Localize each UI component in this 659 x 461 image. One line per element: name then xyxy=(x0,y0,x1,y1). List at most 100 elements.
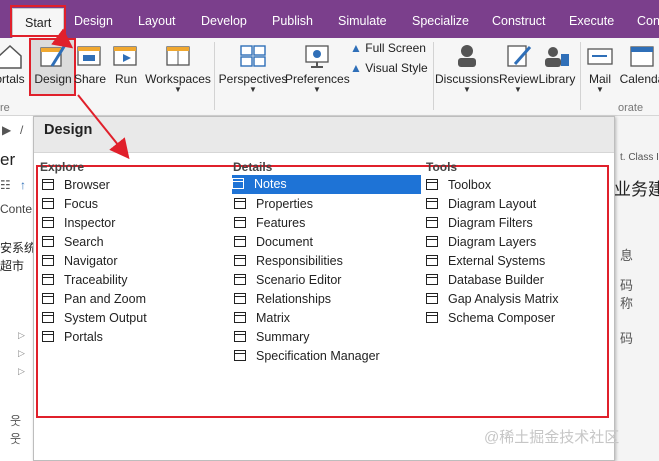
expand-arrow-icon[interactable]: ▷ xyxy=(18,366,25,377)
window-icon xyxy=(426,293,438,304)
browser-tree-icon[interactable]: ☷ xyxy=(0,178,11,192)
nav-arrow-icon[interactable]: ▶ xyxy=(2,123,11,137)
mail-icon xyxy=(585,42,615,70)
menu-item-browser[interactable]: Browser xyxy=(42,176,110,195)
menu-item-navigator[interactable]: Navigator xyxy=(42,252,118,271)
window-icon xyxy=(42,331,54,342)
details-heading: Details xyxy=(233,160,273,174)
review-icon xyxy=(503,42,533,70)
ribbon-divider xyxy=(580,42,581,110)
menu-item-responsibilities[interactable]: Responsibilities xyxy=(234,252,343,271)
share-button[interactable]: Share xyxy=(74,38,106,86)
explore-heading: Explore xyxy=(40,160,85,174)
diagram-header: t. Class I xyxy=(620,152,659,163)
menu-item-specification-manager[interactable]: Specification Manager xyxy=(234,347,380,366)
tree-item[interactable]: 安系统 xyxy=(0,239,36,256)
dropdown-header: Design xyxy=(34,117,614,153)
design-button[interactable]: Design xyxy=(31,38,75,86)
window-icon xyxy=(232,178,244,189)
menu-item-inspector[interactable]: Inspector xyxy=(42,214,115,233)
window-icon xyxy=(426,217,438,228)
breadcrumb: / xyxy=(20,123,24,137)
menu-item-pan-and-zoom[interactable]: Pan and Zoom xyxy=(42,290,146,309)
portals-button[interactable]: ortals xyxy=(0,38,26,86)
window-icon xyxy=(234,350,246,361)
panel-title: er xyxy=(0,150,16,169)
window-icon xyxy=(426,198,438,209)
calendar-icon xyxy=(627,42,657,70)
menu-item-features[interactable]: Features xyxy=(234,214,305,233)
tree-item[interactable]: 超市 xyxy=(0,257,24,274)
menu-item-diagram-layers[interactable]: Diagram Layers xyxy=(426,233,536,252)
menu-item-notes[interactable]: Notes xyxy=(232,175,421,194)
review-button[interactable]: Review ▼ xyxy=(499,38,538,94)
window-icon xyxy=(42,255,54,266)
window-icon xyxy=(426,312,438,323)
tab-simulate[interactable]: Simulate xyxy=(330,10,395,32)
diagram-text: 码 xyxy=(620,331,634,346)
window-icon xyxy=(42,217,54,228)
menu-item-search[interactable]: Search xyxy=(42,233,104,252)
window-icon xyxy=(42,274,54,285)
tab-con[interactable]: Con xyxy=(629,10,659,32)
tab-publish[interactable]: Publish xyxy=(264,10,321,32)
chevron-down-icon: ▼ xyxy=(514,85,522,94)
menu-item-document[interactable]: Document xyxy=(234,233,313,252)
tab-execute[interactable]: Execute xyxy=(561,10,622,32)
menu-item-portals[interactable]: Portals xyxy=(42,328,103,347)
up-arrow-icon[interactable]: ↑ xyxy=(20,178,26,192)
diagram-text: 码 xyxy=(620,278,634,293)
workspaces-button[interactable]: Workspaces ▼ xyxy=(144,38,212,94)
menu-item-properties[interactable]: Properties xyxy=(234,195,313,214)
chevron-down-icon: ▼ xyxy=(313,85,321,94)
window-icon xyxy=(42,312,54,323)
diagram-text: 称 xyxy=(620,296,634,311)
discussions-icon xyxy=(452,42,482,70)
design-icon xyxy=(38,42,68,70)
window-icon xyxy=(234,293,246,304)
menu-item-traceability[interactable]: Traceability xyxy=(42,271,127,290)
menu-item-diagram-filters[interactable]: Diagram Filters xyxy=(426,214,533,233)
tab-design[interactable]: Design xyxy=(66,10,121,32)
menu-item-diagram-layout[interactable]: Diagram Layout xyxy=(426,195,536,214)
diagram-text: 息 xyxy=(620,248,634,263)
library-button[interactable]: Library xyxy=(538,38,576,86)
calendar-button[interactable]: Calenda xyxy=(617,38,659,86)
window-icon xyxy=(42,198,54,209)
menu-item-schema-composer[interactable]: Schema Composer xyxy=(426,309,555,328)
share-icon xyxy=(75,42,105,70)
tab-develop[interactable]: Develop xyxy=(193,10,255,32)
menu-item-relationships[interactable]: Relationships xyxy=(234,290,331,309)
expand-arrow-icon[interactable]: ▷ xyxy=(18,348,25,359)
library-icon xyxy=(542,42,572,70)
window-icon xyxy=(234,198,246,209)
tab-specialize[interactable]: Specialize xyxy=(404,10,477,32)
tab-layout[interactable]: Layout xyxy=(130,10,184,32)
preferences-button[interactable]: Preferences ▼ xyxy=(285,38,350,94)
menu-item-toolbox[interactable]: Toolbox xyxy=(426,176,491,195)
discussions-button[interactable]: Discussions ▼ xyxy=(434,38,500,94)
window-icon xyxy=(234,312,246,323)
menu-item-external-systems[interactable]: External Systems xyxy=(426,252,545,271)
menu-item-summary[interactable]: Summary xyxy=(234,328,309,347)
menu-item-gap-analysis-matrix[interactable]: Gap Analysis Matrix xyxy=(426,290,558,309)
menu-item-scenario-editor[interactable]: Scenario Editor xyxy=(234,271,341,290)
menu-item-focus[interactable]: Focus xyxy=(42,195,98,214)
chevron-down-icon: ▼ xyxy=(463,85,471,94)
menu-item-system-output[interactable]: System Output xyxy=(42,309,147,328)
perspectives-button[interactable]: Perspectives ▼ xyxy=(217,38,289,94)
expand-arrow-icon[interactable]: ▷ xyxy=(18,330,25,341)
run-button[interactable]: Run xyxy=(110,38,142,86)
menu-item-matrix[interactable]: Matrix xyxy=(234,309,290,328)
tools-heading: Tools xyxy=(426,160,458,174)
visual-style-button[interactable]: ▲ Visual Style xyxy=(350,61,428,75)
start-tab-highlight xyxy=(10,5,66,37)
menu-item-database-builder[interactable]: Database Builder xyxy=(426,271,544,290)
tab-construct[interactable]: Construct xyxy=(484,10,554,32)
full-screen-button[interactable]: ▲ Full Screen xyxy=(350,41,426,55)
window-icon xyxy=(234,331,246,342)
mail-button[interactable]: Mail ▼ xyxy=(584,38,616,94)
watermark: @稀土掘金技术社区 xyxy=(484,429,620,446)
context-label: Conte xyxy=(0,202,33,216)
window-icon xyxy=(42,179,54,190)
